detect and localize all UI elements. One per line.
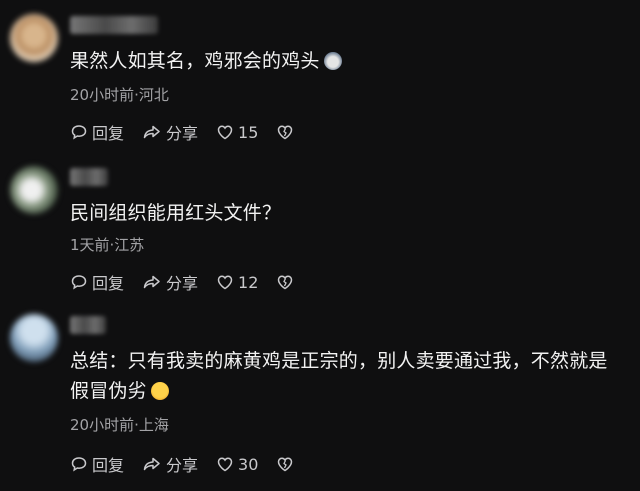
username-blurred[interactable] xyxy=(70,316,106,334)
avatar[interactable] xyxy=(10,166,58,214)
share-label: 分享 xyxy=(166,456,199,475)
share-icon xyxy=(143,125,160,139)
share-icon xyxy=(143,457,160,471)
broken-heart-icon xyxy=(278,275,293,290)
comment-meta: 20小时前·河北 xyxy=(70,86,169,104)
comment-text: 总结：只有我卖的麻黄鸡是正宗的，别人卖要通过我，不然就是假冒伪劣 xyxy=(70,346,622,406)
reply-button[interactable]: 回复 xyxy=(70,270,124,294)
comment-actions: 回复 分享 15 xyxy=(70,120,298,144)
avatar[interactable] xyxy=(10,314,58,362)
reply-button[interactable]: 回复 xyxy=(70,120,124,144)
share-label: 分享 xyxy=(166,274,199,293)
share-button[interactable]: 分享 xyxy=(142,120,198,144)
reply-label: 回复 xyxy=(92,274,125,293)
heart-icon xyxy=(217,275,233,290)
heart-icon xyxy=(217,457,233,472)
laughing-tears-emoji-icon xyxy=(150,382,169,400)
like-button[interactable]: 15 xyxy=(216,123,258,142)
share-label: 分享 xyxy=(166,124,199,143)
reply-icon xyxy=(71,457,87,472)
reply-icon xyxy=(71,275,87,290)
heart-icon xyxy=(217,125,233,140)
like-count: 12 xyxy=(238,272,259,292)
reply-icon xyxy=(71,125,87,140)
reply-button[interactable]: 回复 xyxy=(70,452,124,476)
share-button[interactable]: 分享 xyxy=(142,452,198,476)
share-icon xyxy=(143,275,160,289)
comment-text: 民间组织能用红头文件？ xyxy=(70,198,622,228)
dislike-button[interactable] xyxy=(276,455,298,473)
dislike-button[interactable] xyxy=(276,123,298,141)
comment-text: 果然人如其名，鸡邪会的鸡头 xyxy=(70,46,622,76)
reply-label: 回复 xyxy=(92,456,125,475)
reply-label: 回复 xyxy=(92,124,125,143)
comment-text-content: 果然人如其名，鸡邪会的鸡头 xyxy=(70,50,320,72)
comment-actions: 回复 分享 30 xyxy=(70,452,298,476)
cat-face-emoji-icon xyxy=(323,52,342,70)
dislike-button[interactable] xyxy=(276,273,298,291)
username-blurred[interactable] xyxy=(70,16,158,34)
like-button[interactable]: 30 xyxy=(216,455,258,474)
comment-text-content: 民间组织能用红头文件？ xyxy=(70,202,282,224)
like-count: 15 xyxy=(238,122,259,142)
share-button[interactable]: 分享 xyxy=(142,270,198,294)
comment-actions: 回复 分享 12 xyxy=(70,270,298,294)
like-count: 30 xyxy=(238,454,259,474)
broken-heart-icon xyxy=(278,457,293,472)
like-button[interactable]: 12 xyxy=(216,273,258,292)
comment-meta: 20小时前·上海 xyxy=(70,416,169,434)
comment-meta: 1天前·江苏 xyxy=(70,236,145,254)
avatar[interactable] xyxy=(10,14,58,62)
username-blurred[interactable] xyxy=(70,168,108,186)
broken-heart-icon xyxy=(278,125,293,140)
